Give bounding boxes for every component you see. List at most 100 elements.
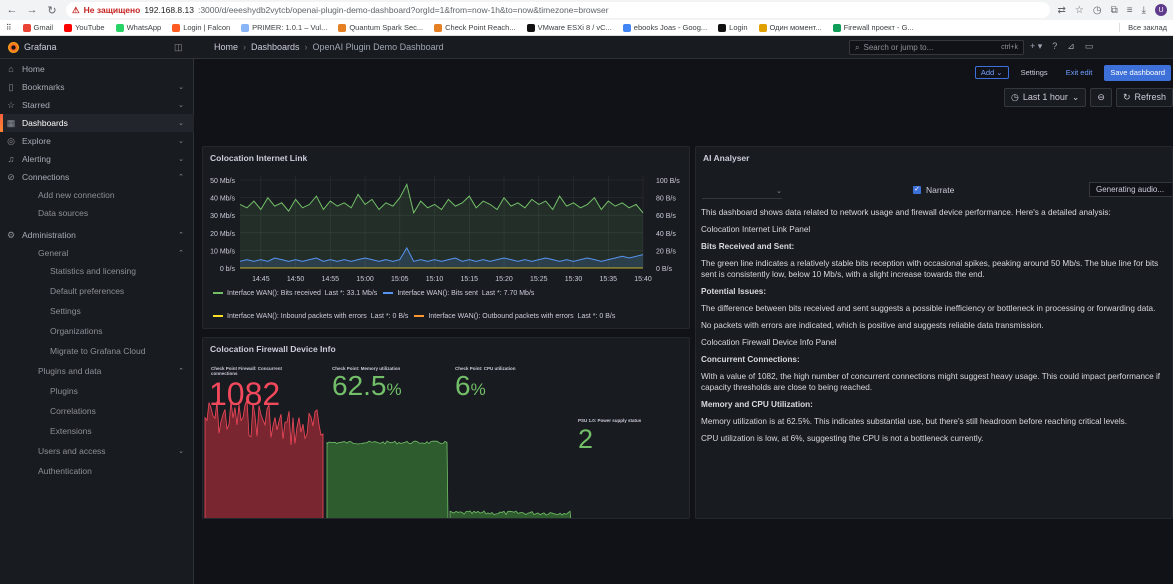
bookmark-item[interactable]: VMware ESXi 8 / vC... bbox=[526, 23, 612, 32]
bookmark-item[interactable]: PRIMER: 1.0.1 – Vul... bbox=[241, 23, 327, 32]
chevron-down-icon[interactable]: ⌄ bbox=[178, 137, 184, 145]
sidebar-item-authentication[interactable]: Authentication bbox=[0, 462, 194, 480]
settings-button[interactable]: Settings bbox=[1015, 68, 1054, 77]
apps-icon[interactable]: ⠿ bbox=[6, 23, 12, 32]
chevron-down-icon[interactable]: ⌄ bbox=[178, 119, 184, 127]
sidebar-item-connections[interactable]: ⊘ Connections ⌃ bbox=[0, 168, 194, 186]
chevron-down-icon[interactable]: ⌄ bbox=[178, 101, 184, 109]
bookmark-item[interactable]: Quantum Spark Sec... bbox=[338, 23, 423, 32]
legend-label: Interface WAN(): Bits sent bbox=[397, 290, 478, 297]
model-select[interactable]: ⌄ bbox=[702, 187, 782, 199]
sidebar-item-alerting[interactable]: ♫ Alerting ⌄ bbox=[0, 150, 194, 168]
bookmark-item[interactable]: Login bbox=[718, 23, 748, 32]
sidebar-item-plugins[interactable]: Plugins bbox=[0, 382, 194, 400]
series-area bbox=[240, 184, 643, 268]
grafana-logo-icon[interactable] bbox=[2, 41, 24, 53]
sidebar-item-home[interactable]: ⌂ Home bbox=[0, 60, 194, 78]
bookmark-item[interactable]: Login | Falcon bbox=[172, 23, 230, 32]
analysis-paragraph: Colocation Internet Link Panel bbox=[701, 225, 811, 234]
chevron-down-icon[interactable]: ⌄ bbox=[178, 155, 184, 163]
download-icon[interactable]: ⤓ bbox=[1142, 5, 1146, 16]
sidebar-item-add-new-connection[interactable]: Add new connection bbox=[0, 186, 194, 204]
forward-icon[interactable]: → bbox=[26, 4, 38, 16]
chevron-up-icon[interactable]: ⌃ bbox=[178, 249, 184, 257]
refresh-button[interactable]: ↻ Refresh bbox=[1115, 87, 1173, 107]
sidebar-item-explore[interactable]: ◎ Explore ⌄ bbox=[0, 132, 194, 150]
time-picker[interactable]: ◷ Last 1 hour ⌄ bbox=[1003, 87, 1087, 107]
sidebar-item-starred[interactable]: ☆ Starred ⌄ bbox=[0, 96, 194, 114]
sidebar-item-label: General bbox=[38, 248, 69, 258]
dock-menu-icon[interactable]: ◫ bbox=[174, 42, 198, 53]
sidebar-item-users-and-access[interactable]: Users and access ⌄ bbox=[0, 442, 194, 460]
bookmark-item[interactable]: Check Point Reach... bbox=[434, 23, 516, 32]
x-tick-label: 15:05 bbox=[391, 276, 409, 283]
analysis-paragraph: Concurrent Connections: bbox=[701, 355, 800, 364]
sidebar-item-organizations[interactable]: Organizations bbox=[0, 322, 194, 340]
bookmark-item[interactable]: YouTube bbox=[64, 23, 105, 32]
sidebar-item-extensions[interactable]: Extensions bbox=[0, 422, 194, 440]
bookmark-item[interactable]: Один момент... bbox=[758, 23, 822, 32]
search-input[interactable]: ⌕ Search or jump to... ctrl+k bbox=[849, 40, 1024, 55]
y2-tick-label: 60 B/s bbox=[656, 213, 676, 220]
sidebar-item-settings[interactable]: Settings bbox=[0, 302, 194, 320]
bookmark-label: ebooks Joas - Goog... bbox=[633, 23, 708, 32]
plus-icon[interactable]: + ▾ bbox=[1030, 41, 1042, 52]
sidebar-item-administration[interactable]: ⚙ Administration ⌃ bbox=[0, 226, 194, 244]
legend-item-bits-sent[interactable]: Interface WAN(): Bits sent Last *: 7.70 … bbox=[383, 290, 534, 297]
sidebar-item-plugins-and-data[interactable]: Plugins and data ⌃ bbox=[0, 362, 194, 380]
exit-edit-button[interactable]: Exit edit bbox=[1060, 68, 1099, 77]
internet-link-panel[interactable]: Colocation Internet Link 50 Mb/s 100 B/s 4… bbox=[202, 146, 690, 329]
bookmark-item[interactable]: ebooks Joas - Goog... bbox=[622, 23, 708, 32]
help-icon[interactable]: ? bbox=[1052, 41, 1057, 52]
bookmark-item[interactable]: WhatsApp bbox=[115, 23, 162, 32]
firewall-device-panel[interactable]: Colocation Firewall Device Info Check Po… bbox=[202, 337, 690, 519]
add-button[interactable]: Add ⌄ bbox=[974, 66, 1009, 79]
bell-icon: ♫ bbox=[7, 154, 15, 164]
profile-avatar[interactable]: U bbox=[1155, 4, 1167, 16]
bookmark-star-icon[interactable]: ☆ bbox=[1075, 5, 1084, 16]
reload-icon[interactable]: ↻ bbox=[46, 4, 58, 17]
chevron-down-icon[interactable]: ⌄ bbox=[178, 83, 184, 91]
y-tick-label: 10 Mb/s bbox=[210, 248, 235, 255]
sidebar-item-bookmarks[interactable]: ▯ Bookmarks ⌄ bbox=[0, 78, 194, 96]
sidebar-item-migrate-to-grafana-cloud[interactable]: Migrate to Grafana Cloud bbox=[0, 342, 194, 360]
ai-analyser-panel[interactable]: AI Analyser ⌄ ✓ Narrate Generating audio.… bbox=[695, 146, 1173, 519]
address-bar[interactable]: ⚠ Не защищено 192.168.8.13:3000/d/eeeshy… bbox=[66, 2, 1050, 18]
refresh-label: Refresh bbox=[1134, 92, 1166, 102]
checkbox-icon[interactable]: ✓ bbox=[913, 186, 921, 194]
x-tick-label: 15:10 bbox=[426, 276, 444, 283]
chevron-up-icon[interactable]: ⌃ bbox=[178, 173, 184, 181]
security-warning-icon: ⚠ bbox=[72, 4, 80, 15]
narrate-toggle[interactable]: ✓ Narrate bbox=[913, 185, 954, 195]
sidebar-item-correlations[interactable]: Correlations bbox=[0, 402, 194, 420]
sidebar-item-statistics-and-licensing[interactable]: Statistics and licensing bbox=[0, 262, 194, 280]
all-bookmarks[interactable]: Все заклад bbox=[1119, 23, 1167, 32]
chevron-up-icon[interactable]: ⌃ bbox=[178, 367, 184, 375]
puzzle-icon[interactable]: ⧉ bbox=[1111, 5, 1118, 16]
legend-label: Interface WAN(): Inbound packets with er… bbox=[227, 313, 367, 320]
extension-icon[interactable]: ◷ bbox=[1093, 5, 1102, 16]
breadcrumb-dashboards[interactable]: Dashboards bbox=[251, 42, 300, 52]
bookmark-item[interactable]: Gmail bbox=[22, 23, 53, 32]
legend-item-outbound-errors[interactable]: Interface WAN(): Outbound packets with e… bbox=[414, 313, 615, 320]
legend-item-inbound-errors[interactable]: Interface WAN(): Inbound packets with er… bbox=[213, 313, 408, 320]
psu-stat-label: PSU 1.0: Power supply status bbox=[578, 418, 642, 423]
back-icon[interactable]: ← bbox=[6, 4, 18, 16]
chat-icon[interactable]: ▭ bbox=[1085, 41, 1094, 52]
sidebar-item-default-preferences[interactable]: Default preferences bbox=[0, 282, 194, 300]
generating-audio-button[interactable]: Generating audio... bbox=[1089, 182, 1172, 197]
zoom-out-button[interactable]: ⊖ bbox=[1090, 87, 1112, 107]
sidebar-item-dashboards[interactable]: ▦ Dashboards ⌄ bbox=[0, 114, 194, 132]
menu-icon[interactable]: ≡ bbox=[1127, 5, 1133, 16]
chevron-up-icon[interactable]: ⌃ bbox=[178, 231, 184, 239]
sidebar-item-general[interactable]: General ⌃ bbox=[0, 244, 194, 262]
translate-icon[interactable]: ⇄ bbox=[1058, 5, 1066, 16]
sidebar-item-data-sources[interactable]: Data sources bbox=[0, 204, 194, 222]
save-dashboard-button[interactable]: Save dashboard bbox=[1104, 64, 1171, 81]
chevron-down-icon[interactable]: ⌄ bbox=[178, 447, 184, 455]
breadcrumb-home[interactable]: Home bbox=[214, 42, 238, 52]
bookmark-label: WhatsApp bbox=[126, 23, 162, 32]
legend-item-bits-received[interactable]: Interface WAN(): Bits received Last *: 3… bbox=[213, 290, 377, 297]
bookmark-item[interactable]: Firewall проект - G... bbox=[832, 23, 914, 32]
news-icon[interactable]: ⊿ bbox=[1067, 41, 1075, 52]
